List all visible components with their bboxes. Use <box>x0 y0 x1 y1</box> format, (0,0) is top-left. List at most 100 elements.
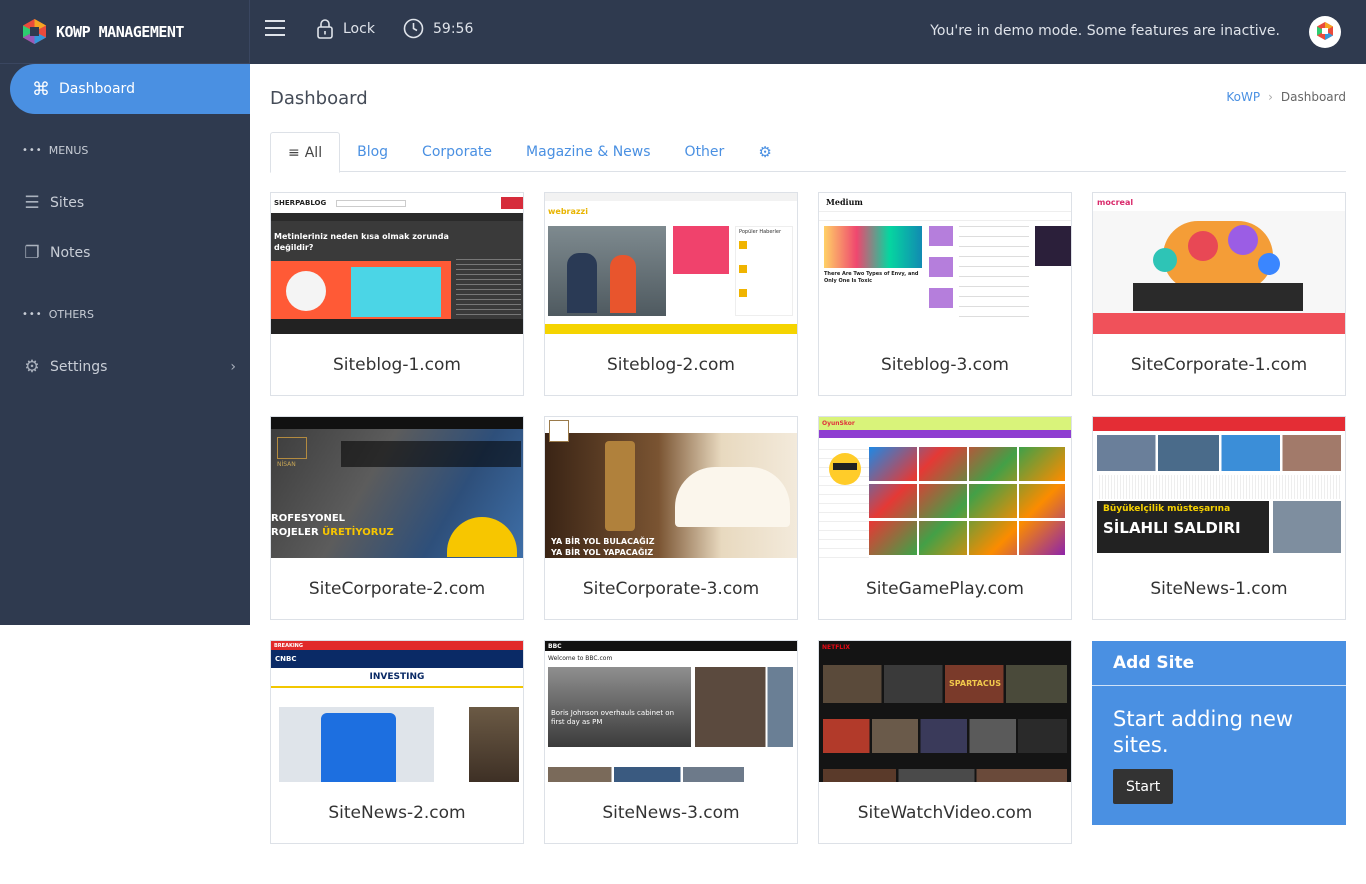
lock-label: Lock <box>343 21 375 37</box>
site-thumbnail: SHERPABLOG Metinleriniz neden kısa olmak… <box>271 193 523 334</box>
sidebar-item-label: Sites <box>50 195 85 211</box>
app-logo[interactable]: KOWP MANAGEMENT <box>0 0 250 64</box>
site-thumbnail: mocreal <box>1093 193 1345 334</box>
site-name: SiteNews-3.com <box>602 803 740 823</box>
add-site-card: Add Site Start adding new sites. Start <box>1092 641 1346 825</box>
site-name: Siteblog-3.com <box>880 355 1009 375</box>
menus-heading-label: MENUS <box>48 144 89 157</box>
hamburger-menu-icon[interactable] <box>265 20 285 37</box>
site-card[interactable]: BREAKING CNBC INVESTING SiteNews-2.com <box>270 640 524 844</box>
sidebar-item-settings[interactable]: ⚙ Settings › <box>22 352 240 382</box>
tab-label: Magazine & News <box>526 144 651 160</box>
thumbnail-line-2b: ÜRETİYORUZ <box>322 527 394 538</box>
sidebar-item-sites[interactable]: ☰ Sites <box>22 188 240 218</box>
timer-value: 59:56 <box>433 20 474 37</box>
thumbnail-brand: CNBC <box>271 650 523 668</box>
tab-label: Blog <box>357 144 389 160</box>
site-thumbnail: NETFLIX SPARTACUS <box>819 641 1071 782</box>
sidebar: KOWP MANAGEMENT ⌘ Dashboard ••• MENUS ☰ … <box>0 0 250 625</box>
menus-heading: ••• MENUS <box>22 144 88 157</box>
breadcrumb-separator-icon: › <box>1268 90 1273 104</box>
list-icon: ☰ <box>24 193 40 213</box>
demo-notice: You're in demo mode. Some features are i… <box>930 23 1280 39</box>
clock-icon <box>403 18 424 39</box>
site-thumbnail: BREAKING CNBC INVESTING <box>271 641 523 782</box>
filter-list-icon: ≡ <box>288 144 300 161</box>
avatar[interactable] <box>1309 16 1341 48</box>
topbar: Lock 59:56 You're in demo mode. Some fea… <box>250 0 1366 64</box>
thumbnail-headline-1: Büyükelçilik müsteşarına <box>1103 504 1231 514</box>
site-thumbnail: YA BİR YOL BULACAĞIZ YA BİR YOL YAPACAĞI… <box>545 417 797 558</box>
others-heading: ••• OTHERS <box>22 308 94 321</box>
site-name: SiteNews-1.com <box>1150 579 1288 599</box>
site-card[interactable]: OyunSkor SiteGamePlay.com <box>818 416 1072 620</box>
tab-all[interactable]: ≡ All <box>270 132 341 173</box>
sidebar-item-label: Dashboard <box>59 81 135 97</box>
thumbnail-brand: webrazzi <box>548 206 588 216</box>
site-card[interactable]: NİSAN ROFESYONEL ROJELER ÜRETİYORUZ Site… <box>270 416 524 620</box>
site-name: SiteWatchVideo.com <box>857 803 1033 823</box>
site-name: SiteCorporate-3.com <box>582 579 760 599</box>
site-name: SiteCorporate-1.com <box>1130 355 1308 375</box>
thumbnail-line-2: ROJELER <box>271 527 319 538</box>
thumbnail-brand: Medium <box>826 197 863 207</box>
thumbnail-headline-2: SİLAHLI SALDIRI <box>1103 519 1241 537</box>
site-thumbnail: Medium There Are Two Types of Envy, and … <box>819 193 1071 334</box>
site-name: SiteGamePlay.com <box>866 579 1024 599</box>
tab-corporate[interactable]: Corporate <box>405 132 509 172</box>
thumbnail-brand: NETFLIX <box>822 643 850 651</box>
app-logo-text: KOWP MANAGEMENT <box>56 22 184 41</box>
page-title: Dashboard <box>270 88 368 109</box>
thumbnail-show: SPARTACUS <box>949 679 1002 688</box>
thumbnail-breaking: BREAKING <box>271 641 523 650</box>
lock-button[interactable]: Lock <box>316 18 375 40</box>
site-thumbnail: NİSAN ROFESYONEL ROJELER ÜRETİYORUZ <box>271 417 523 558</box>
dots-icon: ••• <box>22 145 43 156</box>
tab-settings[interactable]: ⚙ <box>741 132 788 172</box>
thumbnail-headline: There Are Two Types of Envy, and Only On… <box>824 271 919 284</box>
site-thumbnail: BBC Welcome to BBC.com Boris Johnson ove… <box>545 641 797 782</box>
site-name: SiteNews-2.com <box>328 803 466 823</box>
dots-icon: ••• <box>22 309 43 320</box>
gear-icon: ⚙ <box>24 357 40 377</box>
site-card[interactable]: SHERPABLOG Metinleriniz neden kısa olmak… <box>270 192 524 396</box>
site-thumbnail: OyunSkor <box>819 417 1071 558</box>
site-thumbnail: webrazzi Popüler Haberler <box>545 193 797 334</box>
sidebar-item-label: Settings <box>50 359 108 375</box>
tab-blog[interactable]: Blog <box>340 132 405 172</box>
site-name: Siteblog-1.com <box>332 355 461 375</box>
start-button[interactable]: Start <box>1113 769 1174 804</box>
site-card[interactable]: Medium There Are Two Types of Envy, and … <box>818 192 1072 396</box>
site-thumbnail: Büyükelçilik müsteşarına SİLAHLI SALDIRI <box>1093 417 1345 558</box>
thumbnail-brand: OyunSkor <box>819 417 1071 430</box>
others-heading-label: OTHERS <box>48 308 94 321</box>
site-card[interactable]: NETFLIX SPARTACUS SiteWatchVideo.com <box>818 640 1072 844</box>
site-card[interactable]: BBC Welcome to BBC.com Boris Johnson ove… <box>544 640 798 844</box>
add-site-title: Add Site <box>1092 641 1346 686</box>
thumbnail-line-1: YA BİR YOL BULACAĞIZ <box>551 537 655 546</box>
thumbnail-brand: SHERPABLOG <box>274 199 327 207</box>
tab-label: Corporate <box>422 144 493 160</box>
command-icon: ⌘ <box>32 78 50 100</box>
thumbnail-sidebar-title: Popüler Haberler <box>739 229 781 235</box>
user-logo-icon <box>1317 22 1333 40</box>
thumbnail-headline: Metinleriniz neden kısa olmak zorunda de… <box>274 232 449 252</box>
sidebar-item-notes[interactable]: ❐ Notes <box>22 238 240 268</box>
notes-icon: ❐ <box>24 243 40 263</box>
site-card[interactable]: mocreal SiteCorporate-1.com <box>1092 192 1346 396</box>
site-card[interactable]: YA BİR YOL BULACAĞIZ YA BİR YOL YAPACAĞI… <box>544 416 798 620</box>
sidebar-item-label: Notes <box>50 245 91 261</box>
breadcrumb-current: Dashboard <box>1280 90 1346 104</box>
tab-other[interactable]: Other <box>668 132 742 172</box>
site-card[interactable]: webrazzi Popüler Haberler Siteblog-2.com <box>544 192 798 396</box>
thumbnail-welcome: Welcome to BBC.com <box>548 654 613 662</box>
sidebar-item-dashboard[interactable]: ⌘ Dashboard <box>10 64 250 114</box>
tab-magazine-news[interactable]: Magazine & News <box>509 132 668 172</box>
thumbnail-section: INVESTING <box>271 668 523 688</box>
breadcrumb-root-link[interactable]: KoWP <box>1226 90 1260 104</box>
session-timer: 59:56 <box>403 18 473 39</box>
thumbnail-line-2: YA BİR YOL YAPACAĞIZ <box>551 548 654 557</box>
category-tabs: ≡ All Blog Corporate Magazine & News Oth… <box>270 132 1346 173</box>
breadcrumb: KoWP › Dashboard <box>1226 90 1346 104</box>
site-card[interactable]: Büyükelçilik müsteşarına SİLAHLI SALDIRI… <box>1092 416 1346 620</box>
